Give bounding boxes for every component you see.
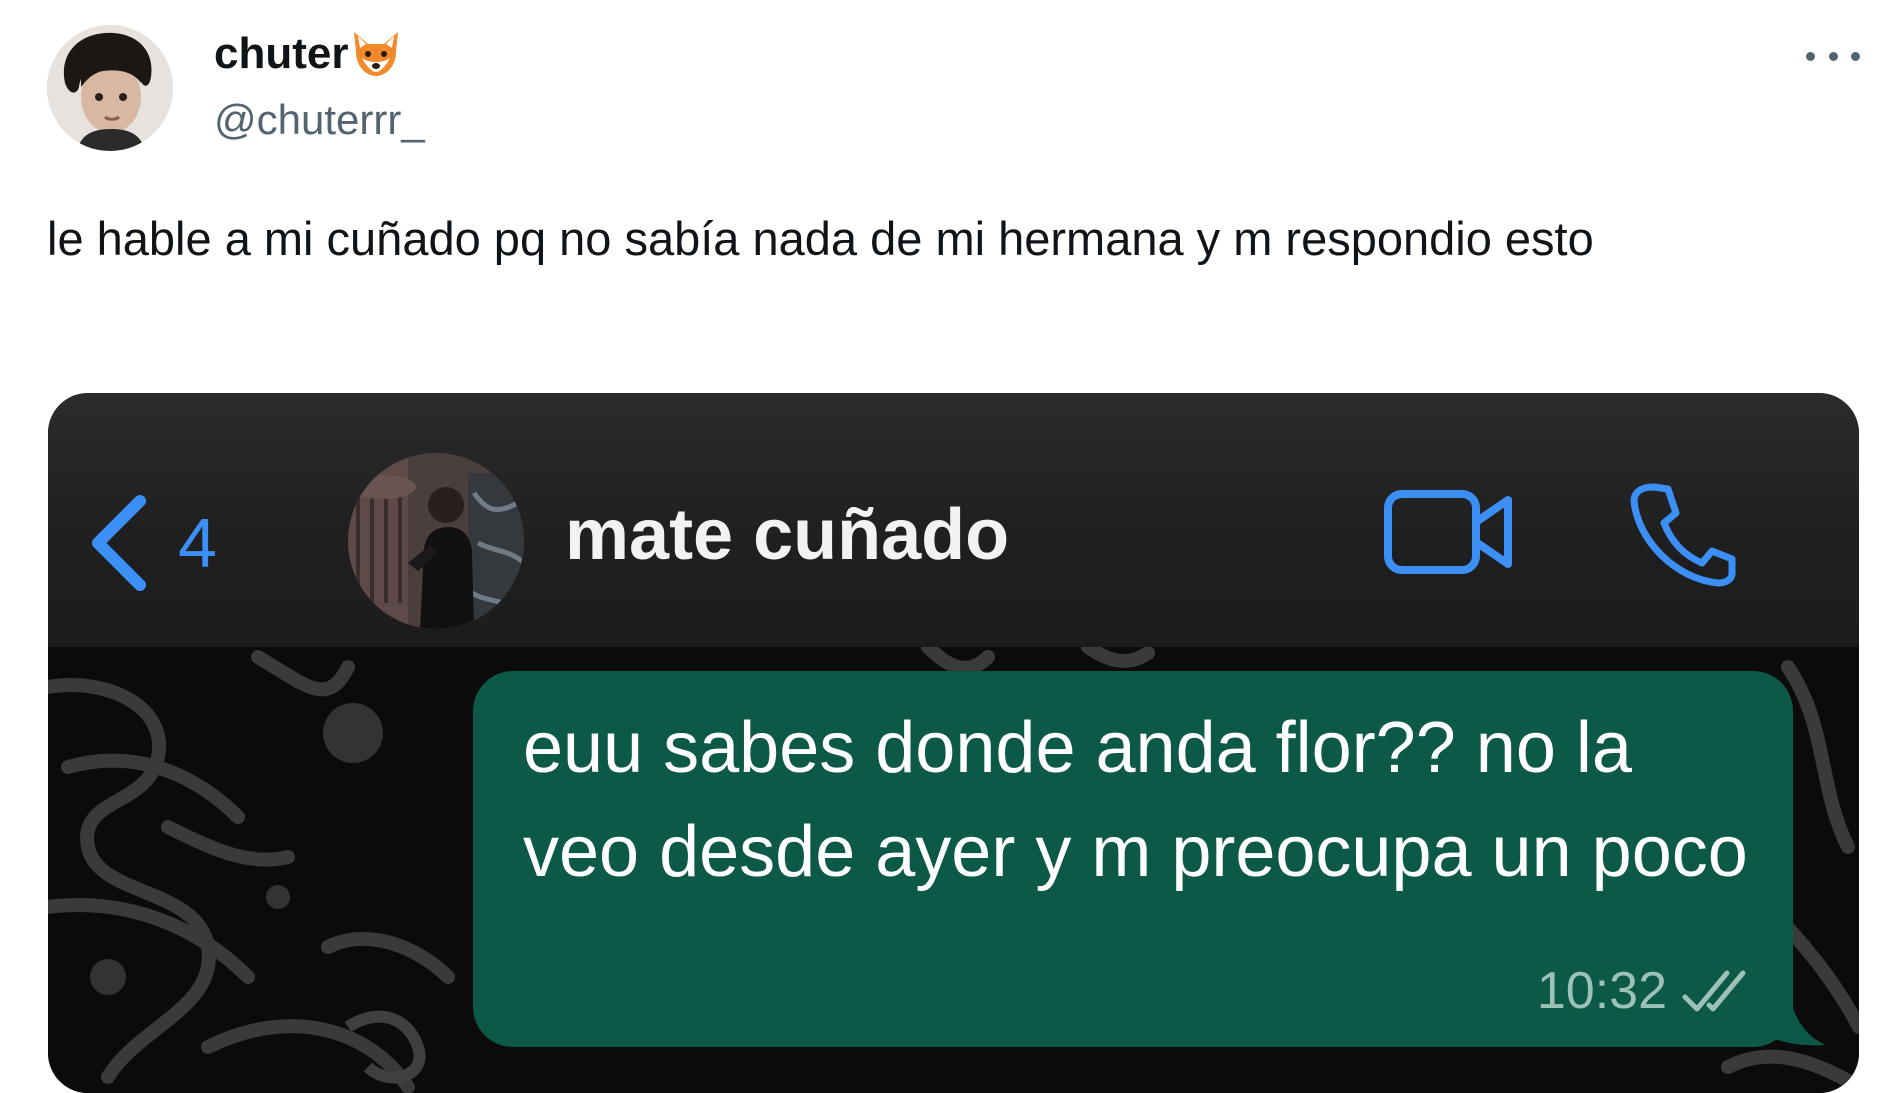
chat-header: 4 mate cuñado	[48, 393, 1859, 647]
contact-name[interactable]: mate cuñado	[565, 494, 1009, 576]
video-camera-icon	[1384, 490, 1512, 574]
unread-count: 4	[178, 504, 217, 582]
more-dot	[1806, 51, 1815, 61]
more-options-button[interactable]	[1806, 36, 1860, 76]
author-name-text: chuter	[214, 29, 349, 78]
tweet-text: le hable a mi cuñado pq no sabía nada de…	[47, 212, 1594, 265]
double-check-icon	[1682, 970, 1746, 1012]
chevron-left-icon	[92, 495, 146, 591]
fox-face-icon	[350, 28, 402, 80]
tweet: chuter @chuterrr_ le hable a mi cuñado p…	[0, 0, 1899, 1093]
voice-call-button[interactable]	[1630, 481, 1736, 587]
chat-area: euu sabes donde anda flor?? no la veo de…	[48, 647, 1859, 1093]
message-text: euu sabes donde anda flor?? no la veo de…	[523, 708, 1748, 892]
contact-avatar[interactable]	[348, 453, 524, 629]
author-handle[interactable]: @chuterrr_	[214, 96, 425, 144]
message-meta: 10:32	[1537, 961, 1755, 1021]
phone-icon	[1630, 483, 1736, 587]
outgoing-message-bubble[interactable]: euu sabes donde anda flor?? no la veo de…	[473, 671, 1793, 1047]
back-button[interactable]: 4	[88, 488, 217, 598]
more-dot	[1828, 51, 1838, 61]
more-dot	[1851, 51, 1860, 61]
message-time: 10:32	[1536, 962, 1667, 1020]
video-call-button[interactable]	[1384, 488, 1514, 578]
tweet-media-screenshot[interactable]: 4 mate cuñado euu sabes donde anda flor?…	[48, 393, 1859, 1093]
author-avatar[interactable]	[47, 25, 173, 151]
author-display-name[interactable]: chuter	[214, 28, 402, 80]
